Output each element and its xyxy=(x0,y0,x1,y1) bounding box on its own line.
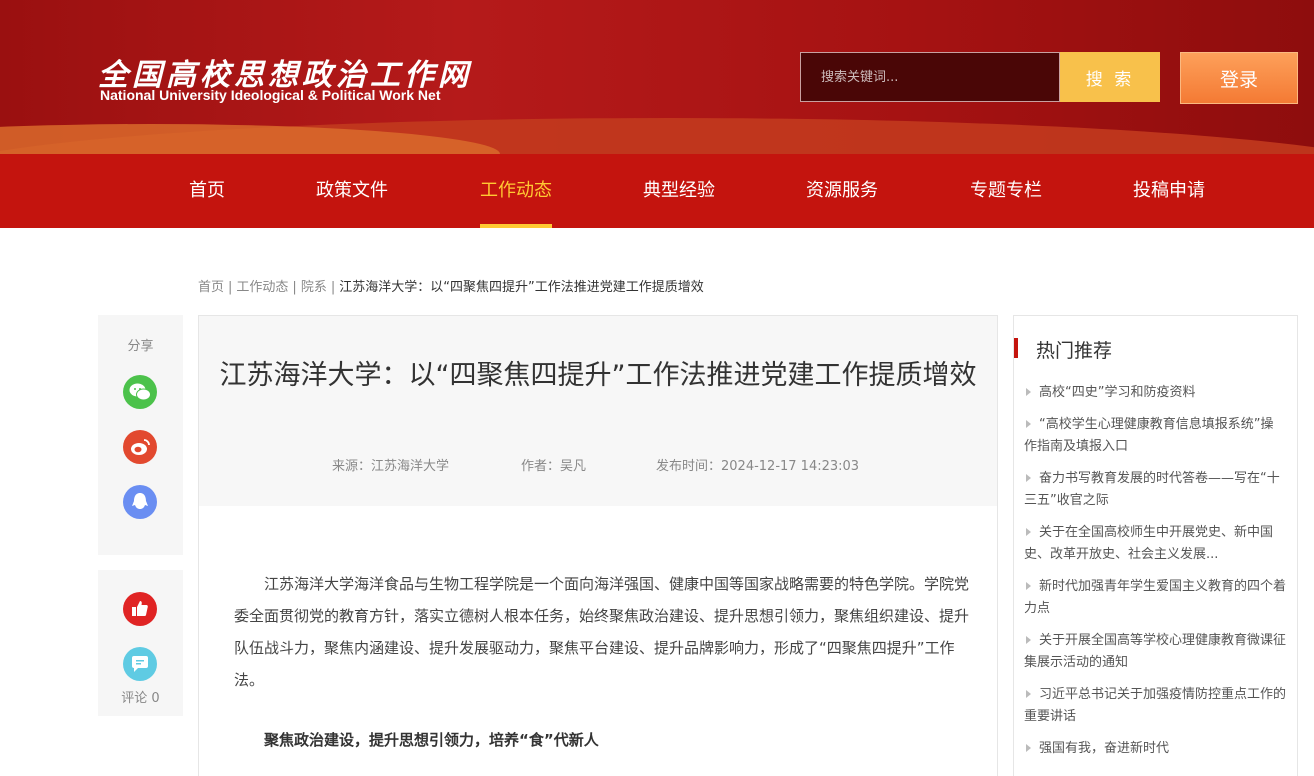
hot-recommendations: 热门推荐 高校“四史”学习和防疫资料 “高校学生心理健康教育信息填报系统”操作指… xyxy=(1013,315,1298,776)
sidebar-title: 热门推荐 xyxy=(1036,340,1113,362)
breadcrumb: 首页 | 工作动态 | 院系 | 江苏海洋大学：以“四聚焦四提升”工作法推进党建工作提质增效 xyxy=(198,280,704,295)
nav-resource-service[interactable]: 资源服务 xyxy=(806,154,878,228)
hot-item[interactable]: 新时代加强青年学生爱国主义教育的四个着力点 xyxy=(1024,576,1286,620)
login-button[interactable]: 登录 xyxy=(1180,52,1298,104)
caret-right-icon xyxy=(1026,744,1031,752)
caret-right-icon xyxy=(1026,420,1031,428)
site-header: 全国高校思想政治工作网 National University Ideologi… xyxy=(0,0,1314,154)
nav-policy[interactable]: 政策文件 xyxy=(316,154,388,228)
search-input[interactable] xyxy=(801,53,1059,101)
search-button[interactable]: 搜 索 xyxy=(1060,52,1160,102)
hot-item[interactable]: “高校学生心理健康教育信息填报系统”操作指南及填报入口 xyxy=(1024,414,1286,458)
hot-item[interactable]: 习近平总书记关于加强疫情防控重点工作的重要讲话 xyxy=(1024,684,1286,728)
comment-icon[interactable] xyxy=(123,647,157,681)
article-subheading: 聚焦政治建设，提升思想引领力，培养“食”代新人 xyxy=(264,731,599,749)
share-panel: 分享 xyxy=(98,315,183,555)
search-box xyxy=(800,52,1060,102)
caret-right-icon xyxy=(1026,582,1031,590)
article-publish-time: 发布时间：2024-12-17 14:23:03 xyxy=(656,459,860,474)
like-icon[interactable] xyxy=(123,592,157,626)
hot-item[interactable]: 高校“四史”学习和防疫资料 xyxy=(1024,382,1286,404)
hot-item[interactable]: 奋力书写教育发展的时代答卷——写在“十三五”收官之际 xyxy=(1024,468,1286,512)
share-label: 分享 xyxy=(127,339,154,354)
nav-submission[interactable]: 投稿申请 xyxy=(1133,154,1205,228)
breadcrumb-work-news[interactable]: 工作动态 xyxy=(236,280,288,295)
article-source: 来源：江苏海洋大学 xyxy=(332,459,450,474)
article-paragraph: 江苏海洋大学海洋食品与生物工程学院是一个面向海洋强国、健康中国等国家战略需要的特… xyxy=(234,575,970,689)
nav-home[interactable]: 首页 xyxy=(189,154,225,228)
nav-special-topics[interactable]: 专题专栏 xyxy=(970,154,1042,228)
caret-right-icon xyxy=(1026,690,1031,698)
breadcrumb-home[interactable]: 首页 xyxy=(198,280,224,295)
hot-item[interactable]: 关于在全国高校师生中开展党史、新中国史、改革开放史、社会主义发展... xyxy=(1024,522,1286,566)
site-logo-en[interactable]: National University Ideological & Politi… xyxy=(100,87,440,103)
breadcrumb-current: 江苏海洋大学：以“四聚焦四提升”工作法推进党建工作提质增效 xyxy=(339,280,704,295)
article-header: 江苏海洋大学：以“四聚焦四提升”工作法推进党建工作提质增效 来源：江苏海洋大学 … xyxy=(199,316,997,506)
caret-right-icon xyxy=(1026,528,1031,536)
article: 江苏海洋大学：以“四聚焦四提升”工作法推进党建工作提质增效 来源：江苏海洋大学 … xyxy=(198,315,998,776)
main-nav: 首页 政策文件 工作动态 典型经验 资源服务 专题专栏 投稿申请 xyxy=(0,154,1314,228)
caret-right-icon xyxy=(1026,474,1031,482)
article-author: 作者：吴凡 xyxy=(521,459,587,474)
hot-item[interactable]: 关于开展全国高等学校心理健康教育微课征集展示活动的通知 xyxy=(1024,630,1286,674)
wechat-icon[interactable] xyxy=(123,375,157,409)
caret-right-icon xyxy=(1026,636,1031,644)
qq-icon[interactable] xyxy=(123,485,157,519)
comment-count[interactable]: 评论 0 xyxy=(98,687,183,706)
nav-work-news[interactable]: 工作动态 xyxy=(480,154,552,228)
action-panel: 评论 0 xyxy=(98,570,183,716)
breadcrumb-department[interactable]: 院系 xyxy=(301,280,327,295)
hot-item[interactable]: 强国有我，奋进新时代 xyxy=(1024,738,1286,760)
weibo-icon[interactable] xyxy=(123,430,157,464)
caret-right-icon xyxy=(1026,388,1031,396)
nav-typical-experience[interactable]: 典型经验 xyxy=(643,154,715,228)
article-title: 江苏海洋大学：以“四聚焦四提升”工作法推进党建工作提质增效 xyxy=(219,360,977,391)
section-accent-bar xyxy=(1014,338,1018,358)
